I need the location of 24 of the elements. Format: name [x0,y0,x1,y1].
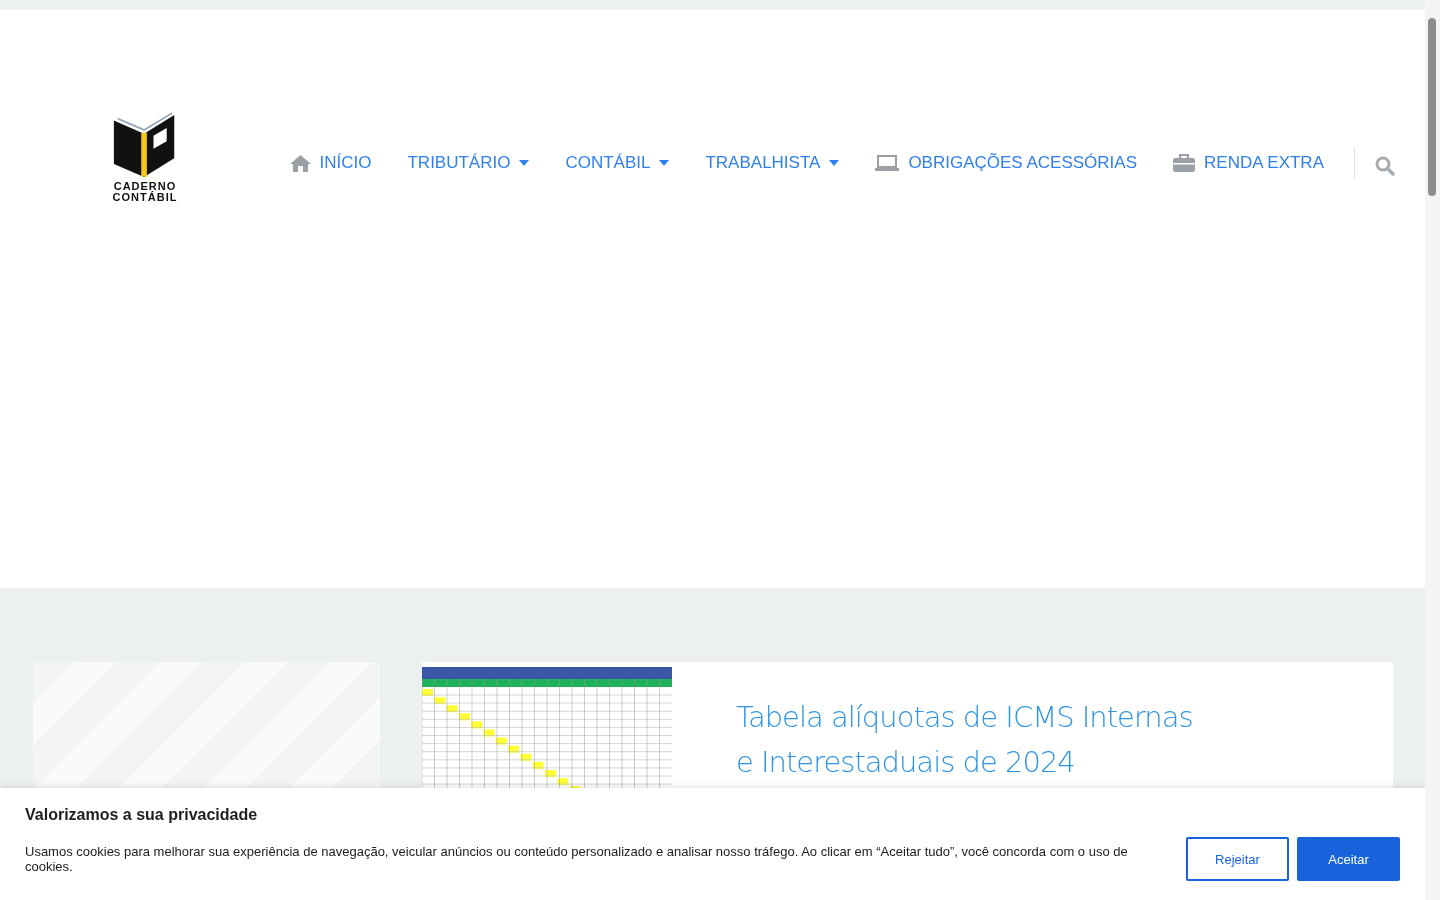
post-title[interactable]: Tabela alíquotas de ICMS Internas e Interestaduais de 2024 [736,695,1216,785]
logo-text: CONTÁBIL [112,192,178,203]
logo-text: CADERNO [113,181,177,192]
cookie-title: Valorizamos a sua privacidade [25,806,259,824]
briefcase-icon [1173,154,1195,172]
laptop-icon [875,155,900,171]
logo[interactable]: CADERNO CONTÁBIL [99,111,191,203]
search-button[interactable] [1375,156,1395,176]
reject-button[interactable]: Rejeitar [1186,837,1289,881]
accept-button[interactable]: Aceitar [1297,837,1400,881]
home-icon [289,154,311,172]
scrollbar-thumb[interactable] [1428,18,1436,196]
nav-link[interactable]: TRABALHISTA [705,153,840,173]
cookie-text: Usamos cookies para melhorar sua experiência de navegação, veicular anúncios ou conteúdo personalizado e analisar nosso tráfego. Ao clicar em “Aceitar tudo”, você concorda com o uso de cookies. [25,844,1129,874]
nav-link[interactable]: OBRIGAÇÕES ACESSÓRIAS [875,153,1137,173]
caret-icon [519,160,530,166]
nav-link[interactable]: CONTÁBIL [565,153,670,173]
caret-icon [659,160,670,166]
caret-icon [829,160,840,166]
search-icon [1375,156,1395,176]
nav-link[interactable]: TRIBUTÁRIO [407,153,530,173]
nav-link[interactable]: RENDA EXTRA [1173,153,1324,173]
scrollbar[interactable] [1425,0,1440,900]
nav-link[interactable]: INÍCIO [289,153,372,173]
